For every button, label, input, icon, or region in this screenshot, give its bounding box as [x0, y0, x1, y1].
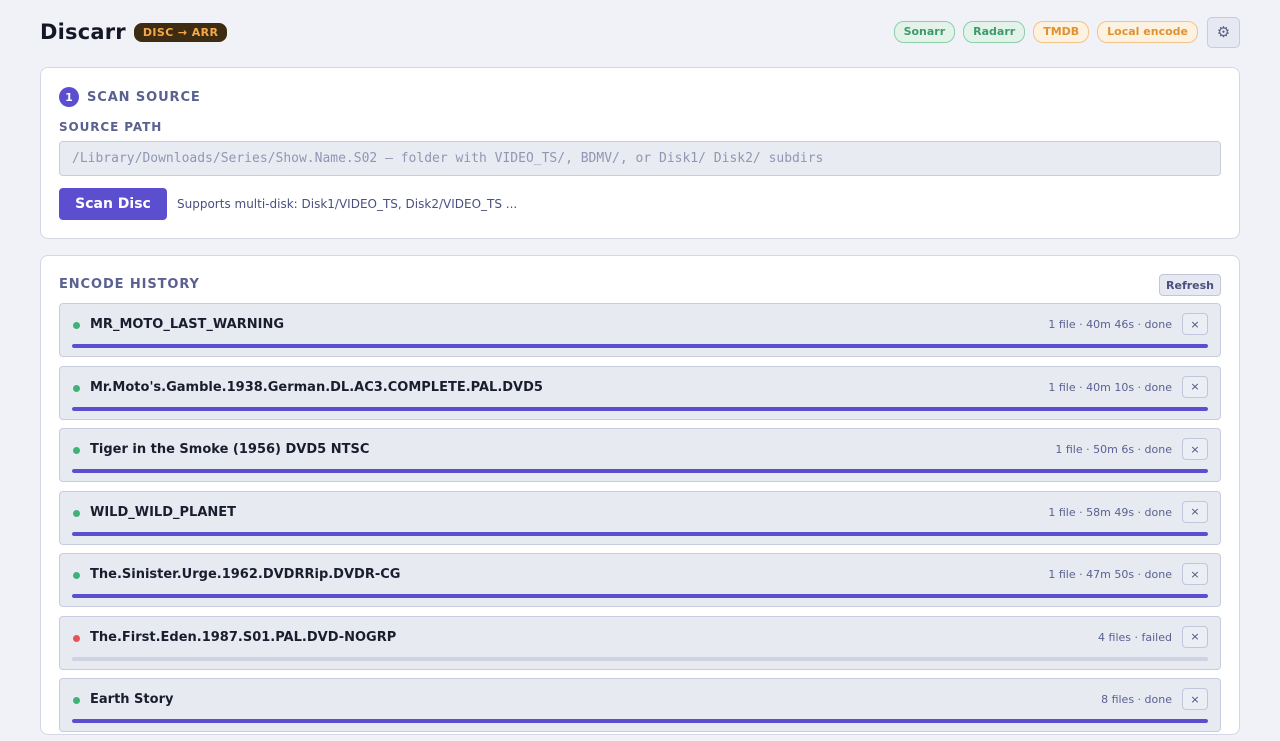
status-dot — [73, 509, 80, 517]
job-name: The.First.Eden.1987.S01.PAL.DVD-NOGRP — [90, 629, 397, 645]
integration-tags: Sonarr Radarr TMDB Local encode ⚙ — [893, 16, 1240, 48]
job-meta: 1 file · 40m 10s · done — [1048, 380, 1172, 394]
sonarr-tag[interactable]: Sonarr — [893, 21, 956, 43]
job-progress-bar — [72, 344, 1208, 348]
job-progress-fill — [72, 531, 1208, 536]
remove-job-button[interactable]: × — [1182, 688, 1208, 710]
job-progress-bar — [72, 594, 1208, 598]
remove-job-button[interactable]: × — [1182, 563, 1208, 585]
radarr-tag[interactable]: Radarr — [963, 21, 1026, 43]
multi-disk-hint: Supports multi-disk: Disk1/VIDEO_TS, Dis… — [177, 197, 518, 211]
encode-history-card: ENCODE HISTORY Refresh MR_MOTO_LAST_WARN… — [40, 255, 1240, 735]
remove-job-button[interactable]: × — [1182, 313, 1208, 335]
scan-source-card: 1 SCAN SOURCE SOURCE PATH Scan Disc Supp… — [40, 67, 1240, 239]
job-progress-bar — [72, 531, 1208, 536]
job-name: MR_MOTO_LAST_WARNING — [90, 317, 285, 332]
gear-icon: ⚙ — [1216, 23, 1231, 41]
scan-disc-button[interactable]: Scan Disc — [59, 188, 167, 220]
status-dot — [73, 322, 80, 329]
job-row[interactable]: The.First.Eden.1987.S01.PAL.DVD-NOGRP 4 … — [59, 615, 1221, 670]
source-path-label: SOURCE PATH — [59, 120, 163, 134]
job-name: WILD_WILD_PLANET — [90, 504, 237, 520]
remove-job-button[interactable]: × — [1182, 375, 1208, 398]
job-row[interactable]: The.Sinister.Urge.1962.DVDRRip.DVDR-CG 1… — [59, 553, 1221, 607]
app-title: Discarr — [40, 20, 126, 44]
job-name: Mr.Moto's.Gamble.1938.German.DL.AC3.COMP… — [90, 379, 543, 395]
tmdb-tag[interactable]: TMDB — [1033, 21, 1090, 43]
remove-job-button[interactable]: × — [1182, 500, 1208, 523]
job-progress-fill — [72, 406, 1208, 411]
status-dot — [73, 697, 80, 704]
status-dot — [73, 384, 80, 392]
step-number: 1 — [59, 87, 79, 107]
job-progress-bar — [72, 406, 1208, 411]
source-path-input[interactable] — [59, 141, 1221, 176]
job-meta: 1 file · 40m 46s · done — [1048, 318, 1172, 331]
job-progress-fill — [72, 594, 1208, 598]
status-dot — [73, 634, 80, 642]
job-meta: 1 file · 50m 6s · done — [1055, 443, 1172, 456]
brand-badge: DISC → ARR — [133, 22, 228, 42]
job-meta: 4 files · failed — [1098, 630, 1172, 644]
job-row[interactable]: Mr.Moto's.Gamble.1938.German.DL.AC3.COMP… — [59, 365, 1221, 420]
status-dot — [73, 447, 80, 454]
job-meta: 1 file · 58m 49s · done — [1048, 505, 1172, 519]
job-row[interactable]: MR_MOTO_LAST_WARNING 1 file · 40m 46s · … — [59, 303, 1221, 357]
job-list: MR_MOTO_LAST_WARNING 1 file · 40m 46s · … — [59, 303, 1221, 741]
job-row[interactable]: Earth Story 8 files · done × — [59, 678, 1221, 732]
job-meta: 8 files · done — [1101, 693, 1172, 706]
job-progress-bar — [72, 656, 1208, 661]
remove-job-button[interactable]: × — [1182, 625, 1208, 648]
job-meta: 1 file · 47m 50s · done — [1048, 568, 1172, 581]
job-progress-fill — [72, 344, 1208, 348]
settings-button[interactable]: ⚙ — [1207, 16, 1240, 48]
job-name: Tiger in the Smoke (1956) DVD5 NTSC — [90, 442, 370, 457]
job-name: Earth Story — [90, 692, 174, 707]
job-name: The.Sinister.Urge.1962.DVDRRip.DVDR-CG — [90, 567, 401, 582]
refresh-button[interactable]: Refresh — [1159, 274, 1221, 296]
status-dot — [73, 572, 80, 579]
top-bar: Discarr DISC → ARR Sonarr Radarr TMDB Lo… — [40, 16, 1240, 48]
job-progress-fill — [72, 469, 1208, 473]
scan-source-title: SCAN SOURCE — [87, 89, 201, 105]
encode-history-title: ENCODE HISTORY — [59, 277, 200, 292]
job-row[interactable]: WILD_WILD_PLANET 1 file · 58m 49s · done… — [59, 490, 1221, 545]
local-encode-tag[interactable]: Local encode — [1097, 21, 1198, 43]
scan-source-header: 1 SCAN SOURCE — [59, 87, 201, 107]
job-progress-bar — [72, 469, 1208, 473]
job-row[interactable]: Tiger in the Smoke (1956) DVD5 NTSC 1 fi… — [59, 428, 1221, 482]
remove-job-button[interactable]: × — [1182, 438, 1208, 460]
